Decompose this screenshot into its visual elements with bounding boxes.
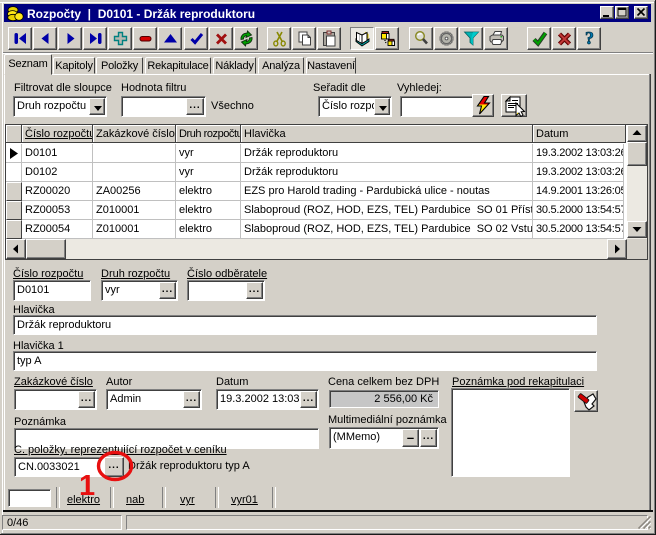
- svg-text:1: 1: [79, 470, 95, 502]
- svg-text:?: ?: [585, 30, 594, 47]
